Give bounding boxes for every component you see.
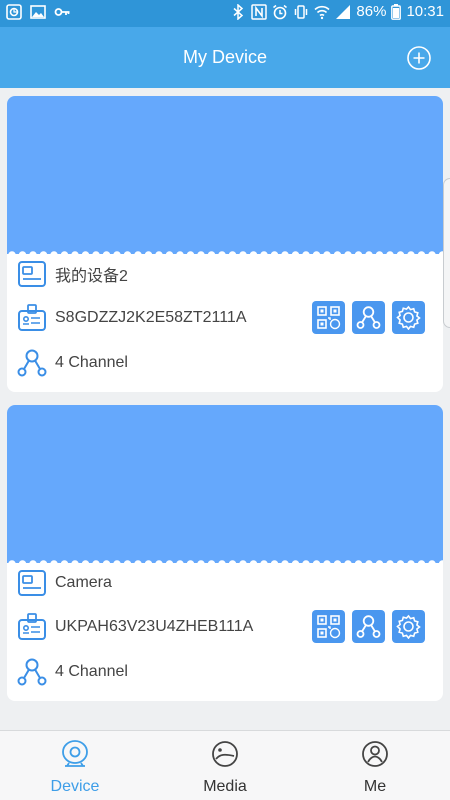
tab-device-label: Device — [50, 778, 100, 795]
device-name-row: Camera — [17, 567, 112, 599]
bluetooth-icon — [233, 3, 244, 20]
signal-icon — [336, 4, 351, 19]
status-left — [6, 4, 70, 20]
device-name: 我的设备2 — [55, 268, 128, 285]
scrollbar[interactable] — [443, 178, 450, 328]
id-badge-icon — [18, 304, 46, 331]
qr-code-icon — [317, 306, 341, 330]
device-name-row: 我的设备2 — [17, 258, 128, 290]
ticket-edge — [8, 560, 443, 564]
battery-icon — [391, 3, 402, 20]
settings-button[interactable] — [392, 610, 425, 643]
share-nodes-icon — [17, 349, 47, 377]
device-channels: 4 Channel — [55, 663, 128, 680]
camera-icon — [62, 740, 88, 767]
device-actions — [312, 610, 425, 643]
qr-code-icon — [317, 615, 341, 639]
page-title: My Device — [182, 47, 267, 67]
key-icon — [54, 8, 70, 16]
device-serial-row: UKPAH63V23U4ZHEB111A — [17, 611, 253, 643]
device-channel-row: 4 Channel — [17, 347, 128, 379]
device-thumbnail[interactable] — [7, 405, 443, 564]
device-actions — [312, 301, 425, 334]
nfc-icon — [251, 3, 268, 20]
settings-gear-icon — [396, 305, 421, 330]
device-card-icon — [18, 570, 46, 596]
add-device-icon[interactable] — [406, 45, 432, 71]
wifi-icon — [314, 5, 330, 19]
device-card-icon — [18, 261, 46, 287]
id-badge-icon — [18, 613, 46, 640]
device-channel-row: 4 Channel — [17, 656, 128, 688]
profile-icon — [362, 741, 388, 767]
tab-device[interactable]: Device — [0, 739, 150, 796]
qr-code-button[interactable] — [312, 610, 345, 643]
ticket-edge — [8, 251, 443, 255]
media-icon — [212, 741, 238, 767]
tab-me-label: Me — [363, 778, 387, 795]
device-serial: UKPAH63V23U4ZHEB111A — [55, 618, 254, 635]
battery-percent: 86% — [356, 3, 387, 20]
app-bar: My Device — [0, 27, 450, 88]
clock: 10:31 — [406, 3, 444, 20]
image-notification-icon — [30, 5, 46, 19]
tab-media-label: Media — [203, 778, 247, 795]
share-button[interactable] — [352, 301, 385, 334]
settings-gear-icon — [396, 614, 421, 639]
device-name: Camera — [55, 574, 112, 591]
device-serial-row: S8GDZZJ2K2E58ZT2111A — [17, 302, 247, 334]
share-nodes-icon — [356, 306, 381, 329]
status-right: 86% 10:31 — [230, 3, 444, 20]
tab-me[interactable]: Me — [300, 739, 450, 796]
tab-media[interactable]: Media — [150, 739, 300, 796]
vibrate-icon — [295, 4, 308, 19]
device-serial: S8GDZZJ2K2E58ZT2111A — [55, 309, 247, 326]
app-notification-icon — [6, 4, 22, 20]
device-channels: 4 Channel — [55, 354, 128, 371]
device-card[interactable]: Camera UKPAH63V23U4ZHEB111A 4 Channel — [7, 405, 443, 701]
bottom-nav: Device Media Me — [0, 730, 450, 800]
device-thumbnail[interactable] — [7, 96, 443, 255]
settings-button[interactable] — [392, 301, 425, 334]
alarm-icon — [273, 4, 288, 19]
qr-code-button[interactable] — [312, 301, 345, 334]
share-nodes-icon — [17, 658, 47, 686]
status-bar: 86% 10:31 — [0, 0, 450, 27]
share-button[interactable] — [352, 610, 385, 643]
share-nodes-icon — [356, 615, 381, 638]
device-card[interactable]: 我的设备2 S8GDZZJ2K2E58ZT2111A 4 Channel — [7, 96, 443, 392]
